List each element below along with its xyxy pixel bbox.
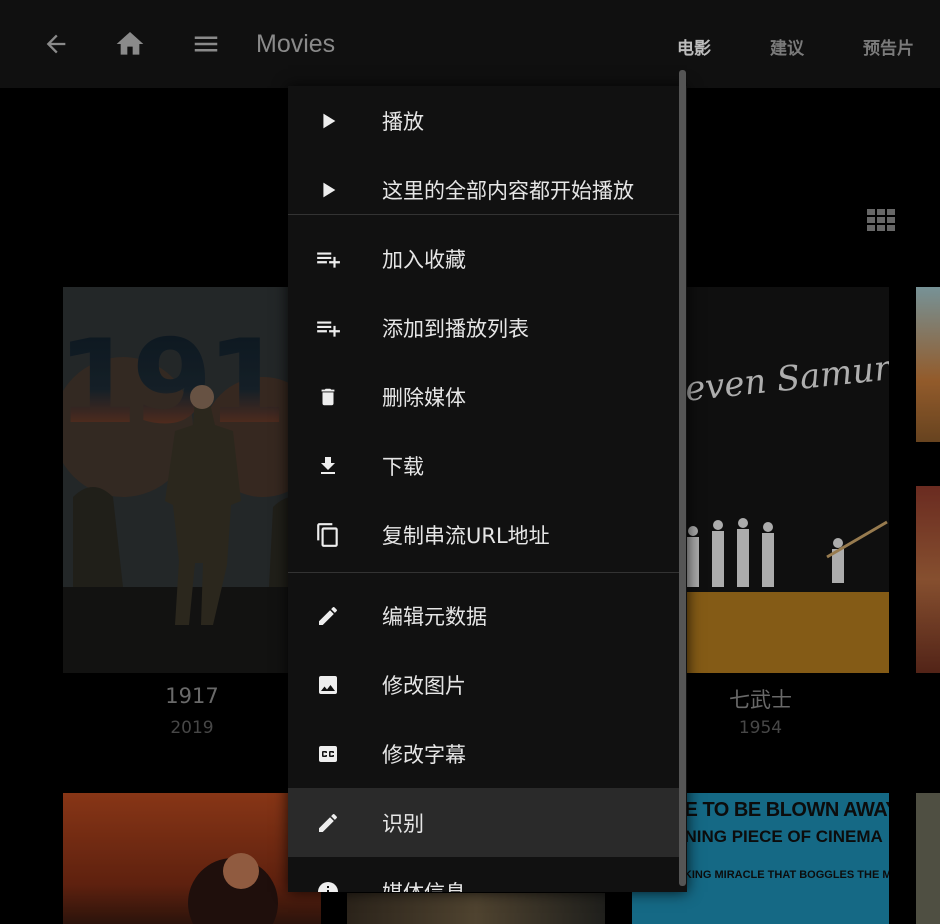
pencil-icon [314,809,342,837]
menu-item-label: 识别 [382,811,424,836]
menu-item-label: 修改字幕 [382,742,466,767]
play-icon [314,176,342,204]
menu-item-label: 删除媒体 [382,385,466,410]
tab-movies[interactable]: 电影 [677,34,711,59]
menu-item-label: 编辑元数据 [382,604,487,629]
menu-divider [288,572,679,573]
back-button[interactable] [36,24,76,64]
menu-item-edit-metadata[interactable]: 编辑元数据 [288,581,679,650]
home-button[interactable] [110,24,150,64]
tab-suggestions[interactable]: 建议 [770,34,804,59]
menu-divider [288,214,679,215]
menu-item-label: 下载 [382,454,424,479]
top-header: Movies 电影 建议 预告片 [0,0,940,88]
menu-item-copy-stream-url[interactable]: 复制串流URL地址 [288,500,679,569]
back-arrow-icon [46,34,66,54]
info-icon [314,878,342,892]
menu-button[interactable] [186,24,226,64]
hamburger-menu-icon [194,36,218,52]
trash-icon [314,383,342,411]
page-title: Movies [256,30,336,58]
menu-item-delete-media[interactable]: 删除媒体 [288,362,679,431]
playlist-add-icon [314,314,342,342]
menu-item-edit-subtitles[interactable]: 修改字幕 [288,719,679,788]
pencil-icon [314,602,342,630]
menu-item-label: 这里的全部内容都开始播放 [382,178,634,203]
menu-item-label: 加入收藏 [382,247,466,272]
menu-item-download[interactable]: 下载 [288,431,679,500]
menu-item-add-favorites[interactable]: 加入收藏 [288,224,679,293]
playlist-add-icon [314,245,342,273]
menu-item-label: 添加到播放列表 [382,316,529,341]
menu-scrollbar[interactable] [679,70,686,886]
menu-item-label: 播放 [382,109,424,134]
menu-item-identify[interactable]: 识别 [288,788,679,857]
tab-trailers[interactable]: 预告片 [863,34,914,59]
menu-item-add-to-playlist[interactable]: 添加到播放列表 [288,293,679,362]
image-icon [314,671,342,699]
menu-item-media-info[interactable]: 媒体信息 [288,857,679,892]
menu-item-label: 媒体信息 [382,877,466,893]
copy-icon [314,521,342,549]
menu-item-edit-images[interactable]: 修改图片 [288,650,679,719]
closed-caption-icon [314,740,342,768]
download-icon [314,452,342,480]
menu-item-label: 复制串流URL地址 [382,523,550,548]
context-menu: 播放 这里的全部内容都开始播放 加入收藏 添加到播放列表 删除媒体 下载 复制串… [288,86,687,892]
menu-item-play[interactable]: 播放 [288,86,679,155]
play-icon [314,107,342,135]
menu-item-label: 修改图片 [382,673,466,698]
home-icon [116,32,144,55]
